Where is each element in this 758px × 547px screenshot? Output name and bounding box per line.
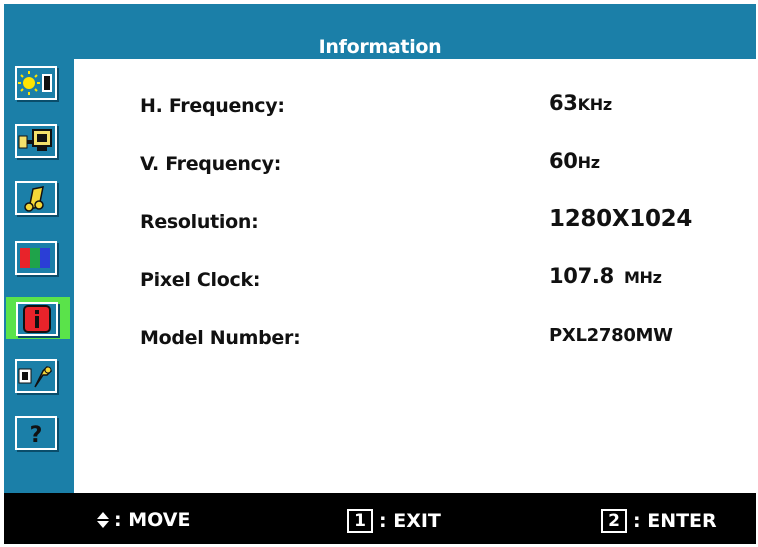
enter-label: : ENTER [633, 510, 717, 532]
exit-label: : EXIT [379, 510, 441, 532]
page-title: Information [318, 36, 442, 58]
color-adjust-icon [20, 248, 50, 268]
sidebar-item-input[interactable] [11, 122, 67, 160]
move-hint: : MOVE [96, 509, 190, 531]
title-bar: Information [4, 4, 756, 59]
info-panel: H. Frequency: 63KHz V. Frequency: 60Hz R… [74, 59, 756, 493]
sidebar-item-information[interactable] [6, 297, 70, 339]
key-2-box: 2 [601, 509, 627, 533]
key-1-box: 1 [347, 509, 373, 533]
enter-button[interactable]: 2 : ENTER [601, 509, 717, 533]
information-icon [23, 305, 51, 333]
model-number-label: Model Number: [140, 327, 301, 349]
resolution-value: 1280X1024 [549, 206, 693, 232]
audio-icon [24, 186, 44, 212]
brightness-contrast-icon [18, 71, 52, 95]
sidebar-item-audio[interactable] [11, 179, 67, 217]
up-down-arrow-icon [97, 512, 109, 528]
sidebar-item-brightness[interactable] [11, 64, 67, 102]
input-source-icon [18, 129, 52, 151]
move-label: : MOVE [114, 509, 191, 531]
h-frequency-label: H. Frequency: [140, 95, 285, 117]
resolution-label: Resolution: [140, 211, 259, 233]
model-number-value: PXL2780MW [549, 325, 673, 346]
footer-bar: : MOVE 1 : EXIT 2 : ENTER [4, 493, 756, 544]
exit-button[interactable]: 1 : EXIT [347, 509, 441, 533]
sidebar-item-color[interactable] [11, 239, 67, 277]
sidebar: ? [4, 59, 74, 493]
pixel-clock-value: 107.8 MHz [549, 264, 662, 288]
h-frequency-value: 63KHz [549, 91, 612, 115]
v-frequency-label: V. Frequency: [140, 153, 282, 175]
setup-menu-icon [18, 365, 53, 388]
v-frequency-value: 60Hz [549, 149, 600, 173]
help-icon: ? [30, 423, 43, 448]
pixel-clock-label: Pixel Clock: [140, 269, 261, 291]
sidebar-item-setup[interactable] [11, 357, 67, 395]
svg-text:?: ? [30, 423, 43, 448]
sidebar-item-help[interactable]: ? [11, 414, 67, 452]
osd-window: Information ? H. Frequency: 63KHz V. Fre… [4, 4, 756, 544]
